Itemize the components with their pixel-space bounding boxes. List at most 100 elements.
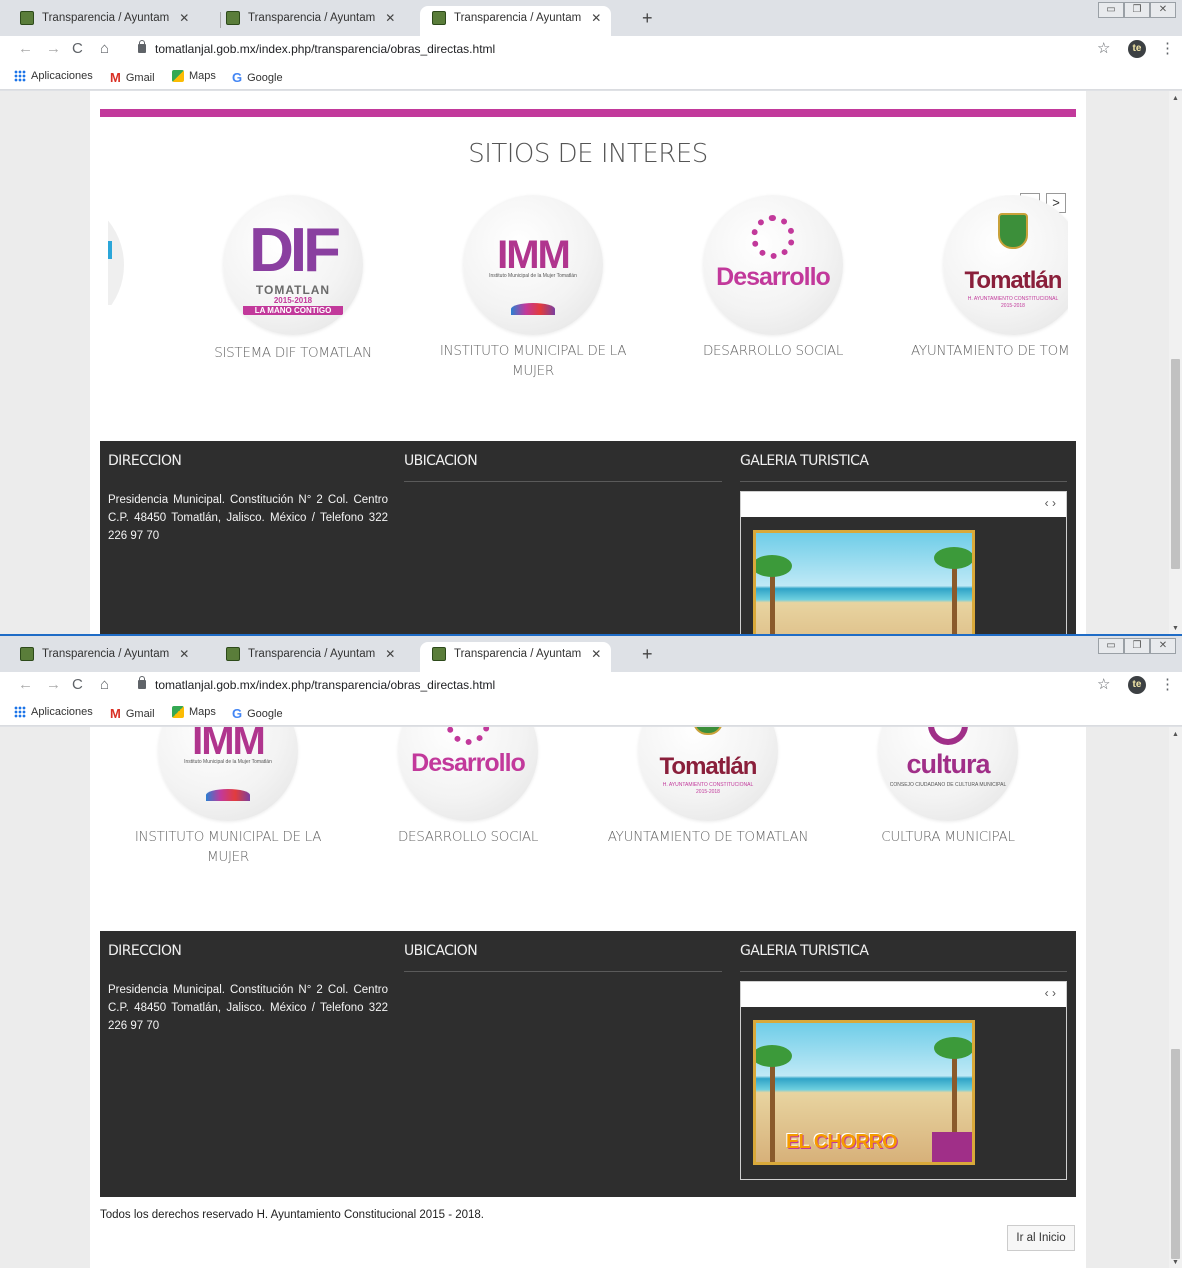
back-icon[interactable]: ← bbox=[18, 676, 33, 693]
gallery-arrows-icon[interactable]: ‹ › bbox=[1045, 496, 1056, 510]
address-bar[interactable]: tomatlanjal.gob.mx/index.php/transparenc… bbox=[155, 42, 495, 56]
bookmark-label: Aplicaciones bbox=[31, 70, 93, 82]
reload-icon[interactable]: C bbox=[72, 676, 83, 693]
footer-address: Presidencia Municipal. Constitución N° 2… bbox=[108, 494, 388, 542]
cultura-logo-text: cultura bbox=[906, 749, 990, 779]
tab-title: Transparencia / Ayuntamiento de bbox=[248, 12, 376, 24]
bookmark-maps[interactable]: Maps bbox=[172, 706, 216, 718]
scroll-thumb[interactable] bbox=[1171, 359, 1180, 569]
scroll-up-icon[interactable]: ▲ bbox=[1172, 95, 1179, 102]
browser-window-top: Transparencia / Ayuntamiento de ✕ Transp… bbox=[0, 0, 1182, 634]
apps-icon bbox=[14, 70, 26, 82]
gallery-nav-bar: ‹ › bbox=[741, 492, 1066, 517]
page-scrollbar[interactable]: ▲ ▼ bbox=[1169, 727, 1182, 1268]
tab-title: Transparencia / Ayuntamiento de bbox=[248, 648, 376, 660]
tab-close-icon[interactable]: ✕ bbox=[385, 642, 395, 666]
tab-1[interactable]: Transparencia / Ayuntamiento de ✕ bbox=[8, 6, 199, 36]
bookmark-google[interactable]: G Google bbox=[232, 706, 283, 721]
google-icon: G bbox=[232, 706, 243, 721]
tomatlan-logo-sub: H. AYUNTAMIENTO CONSTITUCIONAL bbox=[662, 782, 754, 788]
apps-icon bbox=[14, 706, 26, 718]
restore-icon[interactable]: ❐ bbox=[1124, 638, 1150, 654]
new-tab-button[interactable]: + bbox=[642, 642, 653, 666]
bookmark-label: Google bbox=[247, 707, 283, 720]
gallery-arrows-icon[interactable]: ‹ › bbox=[1045, 986, 1056, 1000]
scroll-down-icon[interactable]: ▼ bbox=[1172, 625, 1179, 632]
tab-1[interactable]: Transparencia / Ayuntamiento de ✕ bbox=[8, 642, 199, 672]
bookmark-google[interactable]: G Google bbox=[232, 70, 283, 85]
bookmark-label: Gmail bbox=[125, 707, 155, 720]
tab-close-icon[interactable]: ✕ bbox=[591, 6, 601, 30]
profile-avatar[interactable]: te bbox=[1128, 40, 1146, 58]
bookmark-star-icon[interactable]: ☆ bbox=[1097, 675, 1110, 693]
page-content: IMM Instituto Municipal de la Mujer Toma… bbox=[90, 727, 1086, 1268]
reload-icon[interactable]: C bbox=[72, 40, 83, 57]
tab-3-active[interactable]: Transparencia / Ayuntamiento de ✕ bbox=[420, 642, 612, 672]
scroll-down-icon[interactable]: ▼ bbox=[1172, 1259, 1179, 1266]
gallery-image[interactable] bbox=[753, 530, 975, 634]
close-window-icon[interactable]: ✕ bbox=[1150, 2, 1176, 18]
palm-leaves bbox=[934, 1037, 972, 1059]
lock-icon bbox=[138, 676, 146, 689]
forward-icon[interactable]: → bbox=[46, 40, 61, 57]
browser-toolbar: ← → C ⌂ tomatlanjal.gob.mx/index.php/tra… bbox=[0, 36, 1182, 64]
home-icon[interactable]: ⌂ bbox=[100, 40, 109, 57]
tab-2[interactable]: Transparencia / Ayuntamiento de ✕ bbox=[214, 6, 405, 36]
kebab-menu-icon[interactable]: ⋮ bbox=[1160, 39, 1175, 57]
back-icon[interactable]: ← bbox=[18, 40, 33, 57]
dif-logo-text: DIF bbox=[249, 216, 341, 285]
gallery-image[interactable]: EL CHORRO bbox=[753, 1020, 975, 1165]
tab-title: Transparencia / Ayuntamiento de bbox=[454, 648, 582, 660]
footer-rule bbox=[740, 971, 1067, 972]
sitio-caption: INSTITUTO MUNICIPAL DE LA MUJER bbox=[134, 829, 322, 865]
palm-trunk bbox=[770, 1062, 775, 1162]
profile-avatar[interactable]: te bbox=[1128, 676, 1146, 694]
restore-icon[interactable]: ❐ bbox=[1124, 2, 1150, 18]
coat-of-arms-icon bbox=[998, 213, 1028, 249]
imm-logo: IMM Instituto Municipal de la Mujer Toma… bbox=[463, 195, 603, 335]
tab-close-icon[interactable]: ✕ bbox=[179, 6, 189, 30]
scroll-up-icon[interactable]: ▲ bbox=[1172, 731, 1179, 738]
close-window-icon[interactable]: ✕ bbox=[1150, 638, 1176, 654]
sitio-caption: DESARROLLO SOCIAL bbox=[397, 829, 539, 845]
page-scrollbar[interactable]: ▲ ▼ bbox=[1169, 91, 1182, 634]
google-icon: G bbox=[232, 70, 243, 85]
tab-close-icon[interactable]: ✕ bbox=[179, 642, 189, 666]
forward-icon[interactable]: → bbox=[46, 676, 61, 693]
bookmark-label: Maps bbox=[189, 706, 216, 718]
minimize-icon[interactable]: ▭ bbox=[1098, 2, 1124, 18]
scroll-thumb[interactable] bbox=[1171, 1049, 1180, 1259]
tab-3-active[interactable]: Transparencia / Ayuntamiento de ✕ bbox=[420, 6, 612, 36]
sitio-caption: AYUNTAMIENTO DE TOMATLAN bbox=[607, 829, 809, 845]
bookmark-label: Gmail bbox=[125, 71, 155, 84]
home-icon[interactable]: ⌂ bbox=[100, 676, 109, 693]
new-tab-button[interactable]: + bbox=[642, 6, 653, 30]
bookmark-gmail[interactable]: M Gmail bbox=[110, 70, 155, 85]
back-to-top-button[interactable]: Ir al Inicio bbox=[1007, 1225, 1075, 1251]
imm-logo-shapes bbox=[206, 789, 250, 801]
palm-trunk bbox=[770, 572, 775, 634]
copyright-text: Todos los derechos reservado H. Ayuntami… bbox=[100, 1209, 484, 1221]
tab-close-icon[interactable]: ✕ bbox=[591, 642, 601, 666]
site-favicon-icon bbox=[20, 11, 34, 25]
address-bar[interactable]: tomatlanjal.gob.mx/index.php/transparenc… bbox=[155, 678, 495, 692]
footer-rule bbox=[404, 971, 722, 972]
tab-2[interactable]: Transparencia / Ayuntamiento de ✕ bbox=[214, 642, 405, 672]
bookmark-star-icon[interactable]: ☆ bbox=[1097, 39, 1110, 57]
kebab-menu-icon[interactable]: ⋮ bbox=[1160, 675, 1175, 693]
cultura-logo: cultura CONSEJO CIUDADANO DE CULTURA MUN… bbox=[878, 727, 1018, 821]
tab-close-icon[interactable]: ✕ bbox=[385, 6, 395, 30]
sitio-caption: CULTURA MUNICIPAL bbox=[881, 829, 1015, 845]
tomatlan-logo: Tomatlán H. AYUNTAMIENTO CONSTITUCIONAL … bbox=[943, 195, 1068, 335]
bookmark-gmail[interactable]: M Gmail bbox=[110, 706, 155, 721]
minimize-icon[interactable]: ▭ bbox=[1098, 638, 1124, 654]
coat-of-arms-icon bbox=[693, 727, 723, 735]
bookmark-aplicaciones[interactable]: Aplicaciones bbox=[14, 70, 93, 82]
footer-rule bbox=[740, 481, 1067, 482]
footer-ubicacion-title: UBICACION bbox=[404, 943, 478, 959]
palm-trunk bbox=[952, 562, 957, 634]
bookmark-aplicaciones[interactable]: Aplicaciones bbox=[14, 706, 93, 718]
bookmark-maps[interactable]: Maps bbox=[172, 70, 216, 82]
gallery-image-band bbox=[932, 1132, 972, 1162]
sitio-caption: AYUNTAMIENTO DE TOM bbox=[911, 343, 1068, 359]
